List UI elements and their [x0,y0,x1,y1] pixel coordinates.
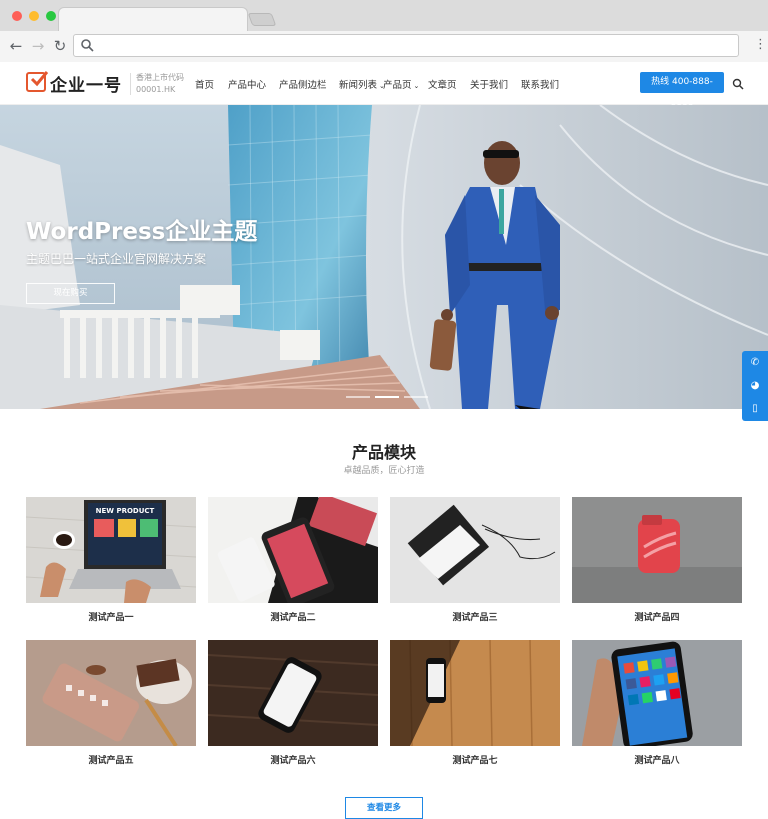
nav-item-product-page[interactable]: 产品页 ⌄ [383,77,428,91]
hero-title: WordPress企业主题 [26,219,258,245]
laptop-screen-text: NEW PRODUCT [96,507,155,515]
nav-item-product-sidebar[interactable]: 产品侧边栏 [279,77,339,91]
stock-code-value: 00001.HK [136,85,176,94]
site-header: 企业一号 香港上市代码 00001.HK 首页 产品中心 产品侧边栏 新闻列表 ⌄… [0,62,768,108]
product-card[interactable]: 测试产品七 [390,640,560,766]
product-name[interactable]: 测试产品一 [26,610,196,623]
wechat-icon[interactable]: ◕ [742,374,768,397]
product-image[interactable] [572,640,742,746]
chevron-down-icon: ⌄ [379,82,385,90]
product-name[interactable]: 测试产品二 [208,610,378,623]
hero-banner[interactable]: WordPress企业主题 主题巴巴一站式企业官网解决方案 现在购买 [0,105,768,409]
stock-code-label: 香港上市代码 [136,73,184,82]
product-image[interactable] [390,497,560,603]
nav-item-contact[interactable]: 联系我们 [521,77,571,91]
reload-icon[interactable]: ↻ [50,36,70,56]
view-more-button[interactable]: 查看更多 [345,797,423,819]
hotline-button[interactable]: 热线 400-888-8888 [640,72,724,108]
logo-check-icon[interactable] [26,71,49,92]
product-card[interactable]: NEW PRODUCT 测试产品一 [26,497,196,623]
product-image[interactable] [208,497,378,603]
chevron-down-icon: ⌄ [413,82,420,90]
hero-subtitle: 主题巴巴一站式企业官网解决方案 [26,252,207,266]
product-image[interactable] [26,640,196,746]
floating-contact-bar: ✆ ◕ ▯ [742,351,768,421]
minimize-window-button[interactable] [29,11,39,21]
logo-divider [130,73,131,95]
product-card[interactable]: 测试产品五 [26,640,196,766]
nav-item-about[interactable]: 关于我们 [470,77,521,91]
mobile-icon[interactable]: ▯ [742,397,768,420]
product-card[interactable]: 测试产品二 [208,497,378,623]
nav-item-news-label: 新闻列表 [339,80,378,91]
buy-now-button[interactable]: 现在购买 [26,283,115,304]
browser-menu-icon[interactable]: ⋮ [754,37,767,53]
nav-item-article[interactable]: 文章页 [428,77,470,91]
stock-code: 香港上市代码 00001.HK [136,72,184,96]
product-card[interactable]: 测试产品六 [208,640,378,766]
close-window-button[interactable] [12,11,22,21]
product-name[interactable]: 测试产品七 [390,753,560,766]
product-card[interactable]: 测试产品三 [390,497,560,623]
product-card[interactable]: 测试产品四 [572,497,742,623]
browser-toolbar: ← → ↻ ⋮ [0,31,768,62]
product-image[interactable] [208,640,378,746]
products-section-title: 产品模块 [351,443,416,462]
nav-item-product-page-label: 产品页 [383,80,412,91]
product-card[interactable]: 测试产品八 [572,640,742,766]
product-image[interactable] [572,497,742,603]
slide-indicator[interactable] [404,396,428,398]
product-name[interactable]: 测试产品六 [208,753,378,766]
slide-indicator[interactable] [346,396,370,398]
main-nav: 首页 产品中心 产品侧边栏 新闻列表 ⌄ 产品页 ⌄ 文章页 关于我们 联系我们 [195,77,571,91]
phone-icon[interactable]: ✆ [742,351,768,374]
nav-item-news[interactable]: 新闻列表 ⌄ [339,77,385,91]
slider-indicators [346,396,428,398]
products-section-subtitle: 卓越品质，匠心打造 [343,466,425,476]
product-name[interactable]: 测试产品五 [26,753,196,766]
address-bar[interactable] [73,34,739,57]
nav-item-home[interactable]: 首页 [195,77,228,91]
slide-indicator[interactable] [375,396,399,398]
browser-chrome: ← → ↻ ⋮ [0,0,768,62]
window-controls [12,11,56,21]
browser-tab[interactable] [58,7,248,32]
site-logo-text[interactable]: 企业一号 [50,71,122,96]
product-name[interactable]: 测试产品三 [390,610,560,623]
search-icon [81,39,94,52]
new-tab-button[interactable] [247,13,277,26]
product-name[interactable]: 测试产品八 [572,753,742,766]
product-name[interactable]: 测试产品四 [572,610,742,623]
forward-arrow-icon[interactable]: → [28,36,48,56]
search-icon[interactable] [732,78,744,90]
product-image[interactable] [390,640,560,746]
product-image[interactable]: NEW PRODUCT [26,497,196,603]
back-arrow-icon[interactable]: ← [6,36,26,56]
maximize-window-button[interactable] [46,11,56,21]
nav-item-products[interactable]: 产品中心 [228,77,279,91]
